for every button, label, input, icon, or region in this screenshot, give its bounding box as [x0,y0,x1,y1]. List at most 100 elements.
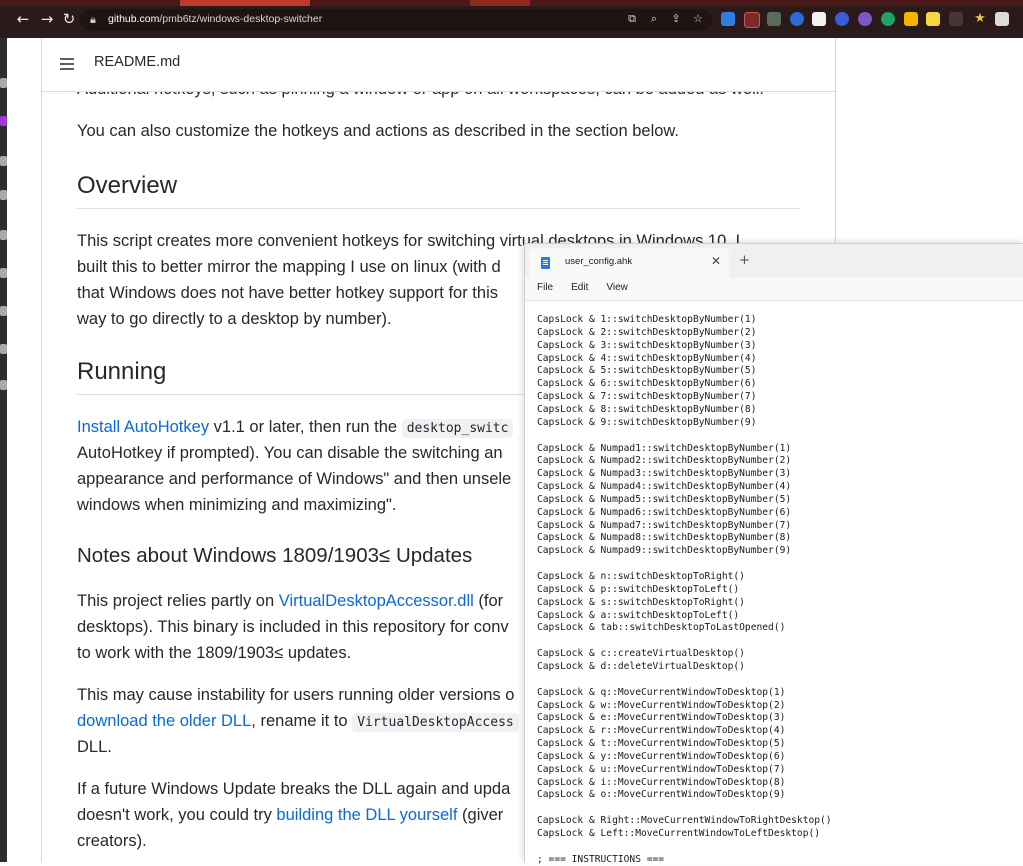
code-line: CapsLock & 7::switchDesktopByNumber(7) [537,391,757,403]
code-line: CapsLock & Numpad4::switchDesktopByNumbe… [537,481,792,493]
tab-active-edge[interactable] [180,0,310,6]
background-window-marker [0,380,7,390]
back-icon[interactable]: ← [14,10,32,28]
extension-icon[interactable] [812,12,826,26]
code-line: CapsLock & Numpad2::switchDesktopByNumbe… [537,455,792,467]
background-window-marker [0,190,7,200]
background-window-marker [0,306,7,316]
background-window-marker [0,116,7,126]
menu-edit[interactable]: Edit [569,280,594,300]
close-tab-icon[interactable]: ✕ [711,254,721,268]
code-line: CapsLock & i::MoveCurrentWindowToDesktop… [537,776,786,788]
extension-icon[interactable] [790,12,804,26]
notepad-file-icon [541,257,550,269]
heading-rule [77,208,800,209]
code-line: CapsLock & t::MoveCurrentWindowToDesktop… [537,738,786,750]
extension-icon[interactable] [949,12,963,26]
background-window-marker [0,230,7,240]
address-bar[interactable]: 🔒︎ github.com/pmb6tz/windows-desktop-swi… [80,9,712,31]
notepad-tab-row: user_config.ahk ✕ + [525,244,1023,278]
code-line: CapsLock & 3::switchDesktopByNumber(3) [537,339,757,351]
code-line: CapsLock & n::switchDesktopToRight() [537,571,745,582]
install-autohotkey-link[interactable]: Install AutoHotkey [77,418,209,436]
notepad-tab-title: user_config.ahk [565,256,633,267]
menu-view[interactable]: View [604,280,634,300]
open-in-app-icon[interactable]: ⧉ [625,12,639,26]
extension-icon[interactable] [721,12,735,26]
readme-header: README.md [42,38,835,92]
background-window-marker [0,344,7,354]
share-icon[interactable]: ⇪ [669,12,683,26]
tab-edge[interactable] [470,0,530,6]
code-line: CapsLock & 5::switchDesktopByNumber(5) [537,365,757,377]
zoom-icon[interactable]: ⌕ [647,12,661,26]
background-window-strip [0,38,7,862]
code-line: CapsLock & Numpad1::switchDesktopByNumbe… [537,442,792,454]
forward-icon[interactable]: → [38,10,56,28]
extension-icon[interactable] [767,12,781,26]
menu-file[interactable]: File [535,280,559,300]
tab-strip[interactable] [0,0,1023,6]
code-line: CapsLock & q::MoveCurrentWindowToDesktop… [537,686,786,698]
customize-paragraph: You can also customize the hotkeys and a… [77,122,680,140]
virtualdesktopaccessor-link[interactable]: VirtualDesktopAccessor.dll [279,592,474,610]
code-line: CapsLock & Numpad3::switchDesktopByNumbe… [537,468,792,480]
background-window-marker [0,156,7,166]
code-line: CapsLock & Numpad5::switchDesktopByNumbe… [537,493,792,505]
new-tab-icon[interactable]: + [739,253,750,268]
extension-icon[interactable] [904,12,918,26]
reload-icon[interactable]: ↻ [60,10,78,28]
code-line: CapsLock & Numpad8::switchDesktopByNumbe… [537,532,792,544]
code-line: CapsLock & Right::MoveCurrentWindowToRig… [537,815,832,827]
code-line: CapsLock & 9::switchDesktopByNumber(9) [537,416,757,428]
code-line: CapsLock & p::switchDesktopToLeft() [537,583,740,595]
code-line: CapsLock & d::deleteVirtualDesktop() [537,660,745,672]
background-window-marker [0,78,7,88]
code-line: CapsLock & e::MoveCurrentWindowToDesktop… [537,712,786,724]
code-line: CapsLock & y::MoveCurrentWindowToDesktop… [537,750,786,762]
code-line: CapsLock & Left::MoveCurrentWindowToLeft… [537,828,821,839]
url-host: github.com [108,13,160,25]
code-line: ; === INSTRUCTIONS === [537,853,665,865]
dll-name-code: VirtualDesktopAccess [352,713,519,732]
notes-text: , rename it to [251,712,353,730]
code-line: CapsLock & o::MoveCurrentWindowToDesktop… [537,789,786,801]
heading-overview: Overview [77,172,178,199]
background-window-marker [0,268,7,278]
lock-icon: 🔒︎ [90,13,96,26]
code-line: CapsLock & Numpad9::switchDesktopByNumbe… [537,545,792,557]
notes-text: (giver [457,806,504,824]
code-line: CapsLock & 4::switchDesktopByNumber(4) [537,352,757,364]
code-line: CapsLock & s::switchDesktopToRight() [537,596,745,608]
notepad-tab[interactable]: user_config.ahk ✕ [529,248,729,278]
running-text: v1.1 or later, then run the [209,418,402,436]
code-line: CapsLock & Numpad7::switchDesktopByNumbe… [537,519,792,531]
code-line: CapsLock & Numpad6::switchDesktopByNumbe… [537,506,792,518]
notes-text: (for [473,592,504,610]
extension-icon[interactable] [744,12,760,28]
star-extension-icon[interactable]: ★ [971,10,989,28]
code-line: CapsLock & 6::switchDesktopByNumber(6) [537,378,757,390]
notepad-window: user_config.ahk ✕ + File Edit View CapsL… [524,243,1023,865]
extension-icon[interactable] [835,12,849,26]
notepad-editor[interactable]: CapsLock & 1::switchDesktopByNumber(1) Ca… [525,300,1023,865]
notes-text: doesn't work, you could try [77,806,277,824]
code-line: CapsLock & 8::switchDesktopByNumber(8) [537,403,757,415]
bookmark-star-icon[interactable]: ☆ [691,12,705,26]
code-line: CapsLock & tab::switchDesktopToLastOpene… [537,622,786,634]
outline-menu-icon[interactable] [60,58,74,73]
extension-icon[interactable] [995,12,1009,26]
extension-icon[interactable] [926,12,940,26]
extension-icon[interactable] [858,12,872,26]
readme-title: README.md [94,54,181,70]
url-path: /pmb6tz/windows-desktop-switcher [159,13,323,25]
build-dll-link[interactable]: building the DLL yourself [276,806,457,824]
code-line: CapsLock & r::MoveCurrentWindowToDesktop… [537,725,786,737]
browser-toolbar: ← → ↻ 🔒︎ github.com/pmb6tz/windows-deskt… [0,0,1023,38]
code-line: CapsLock & u::MoveCurrentWindowToDesktop… [537,763,786,775]
extension-icon[interactable] [881,12,895,26]
code-line: CapsLock & c::createVirtualDesktop() [537,648,745,660]
notepad-menu-bar: File Edit View [525,278,1023,300]
download-older-dll-link[interactable]: download the older DLL [77,712,251,730]
script-filename-code: desktop_switc [401,419,514,438]
